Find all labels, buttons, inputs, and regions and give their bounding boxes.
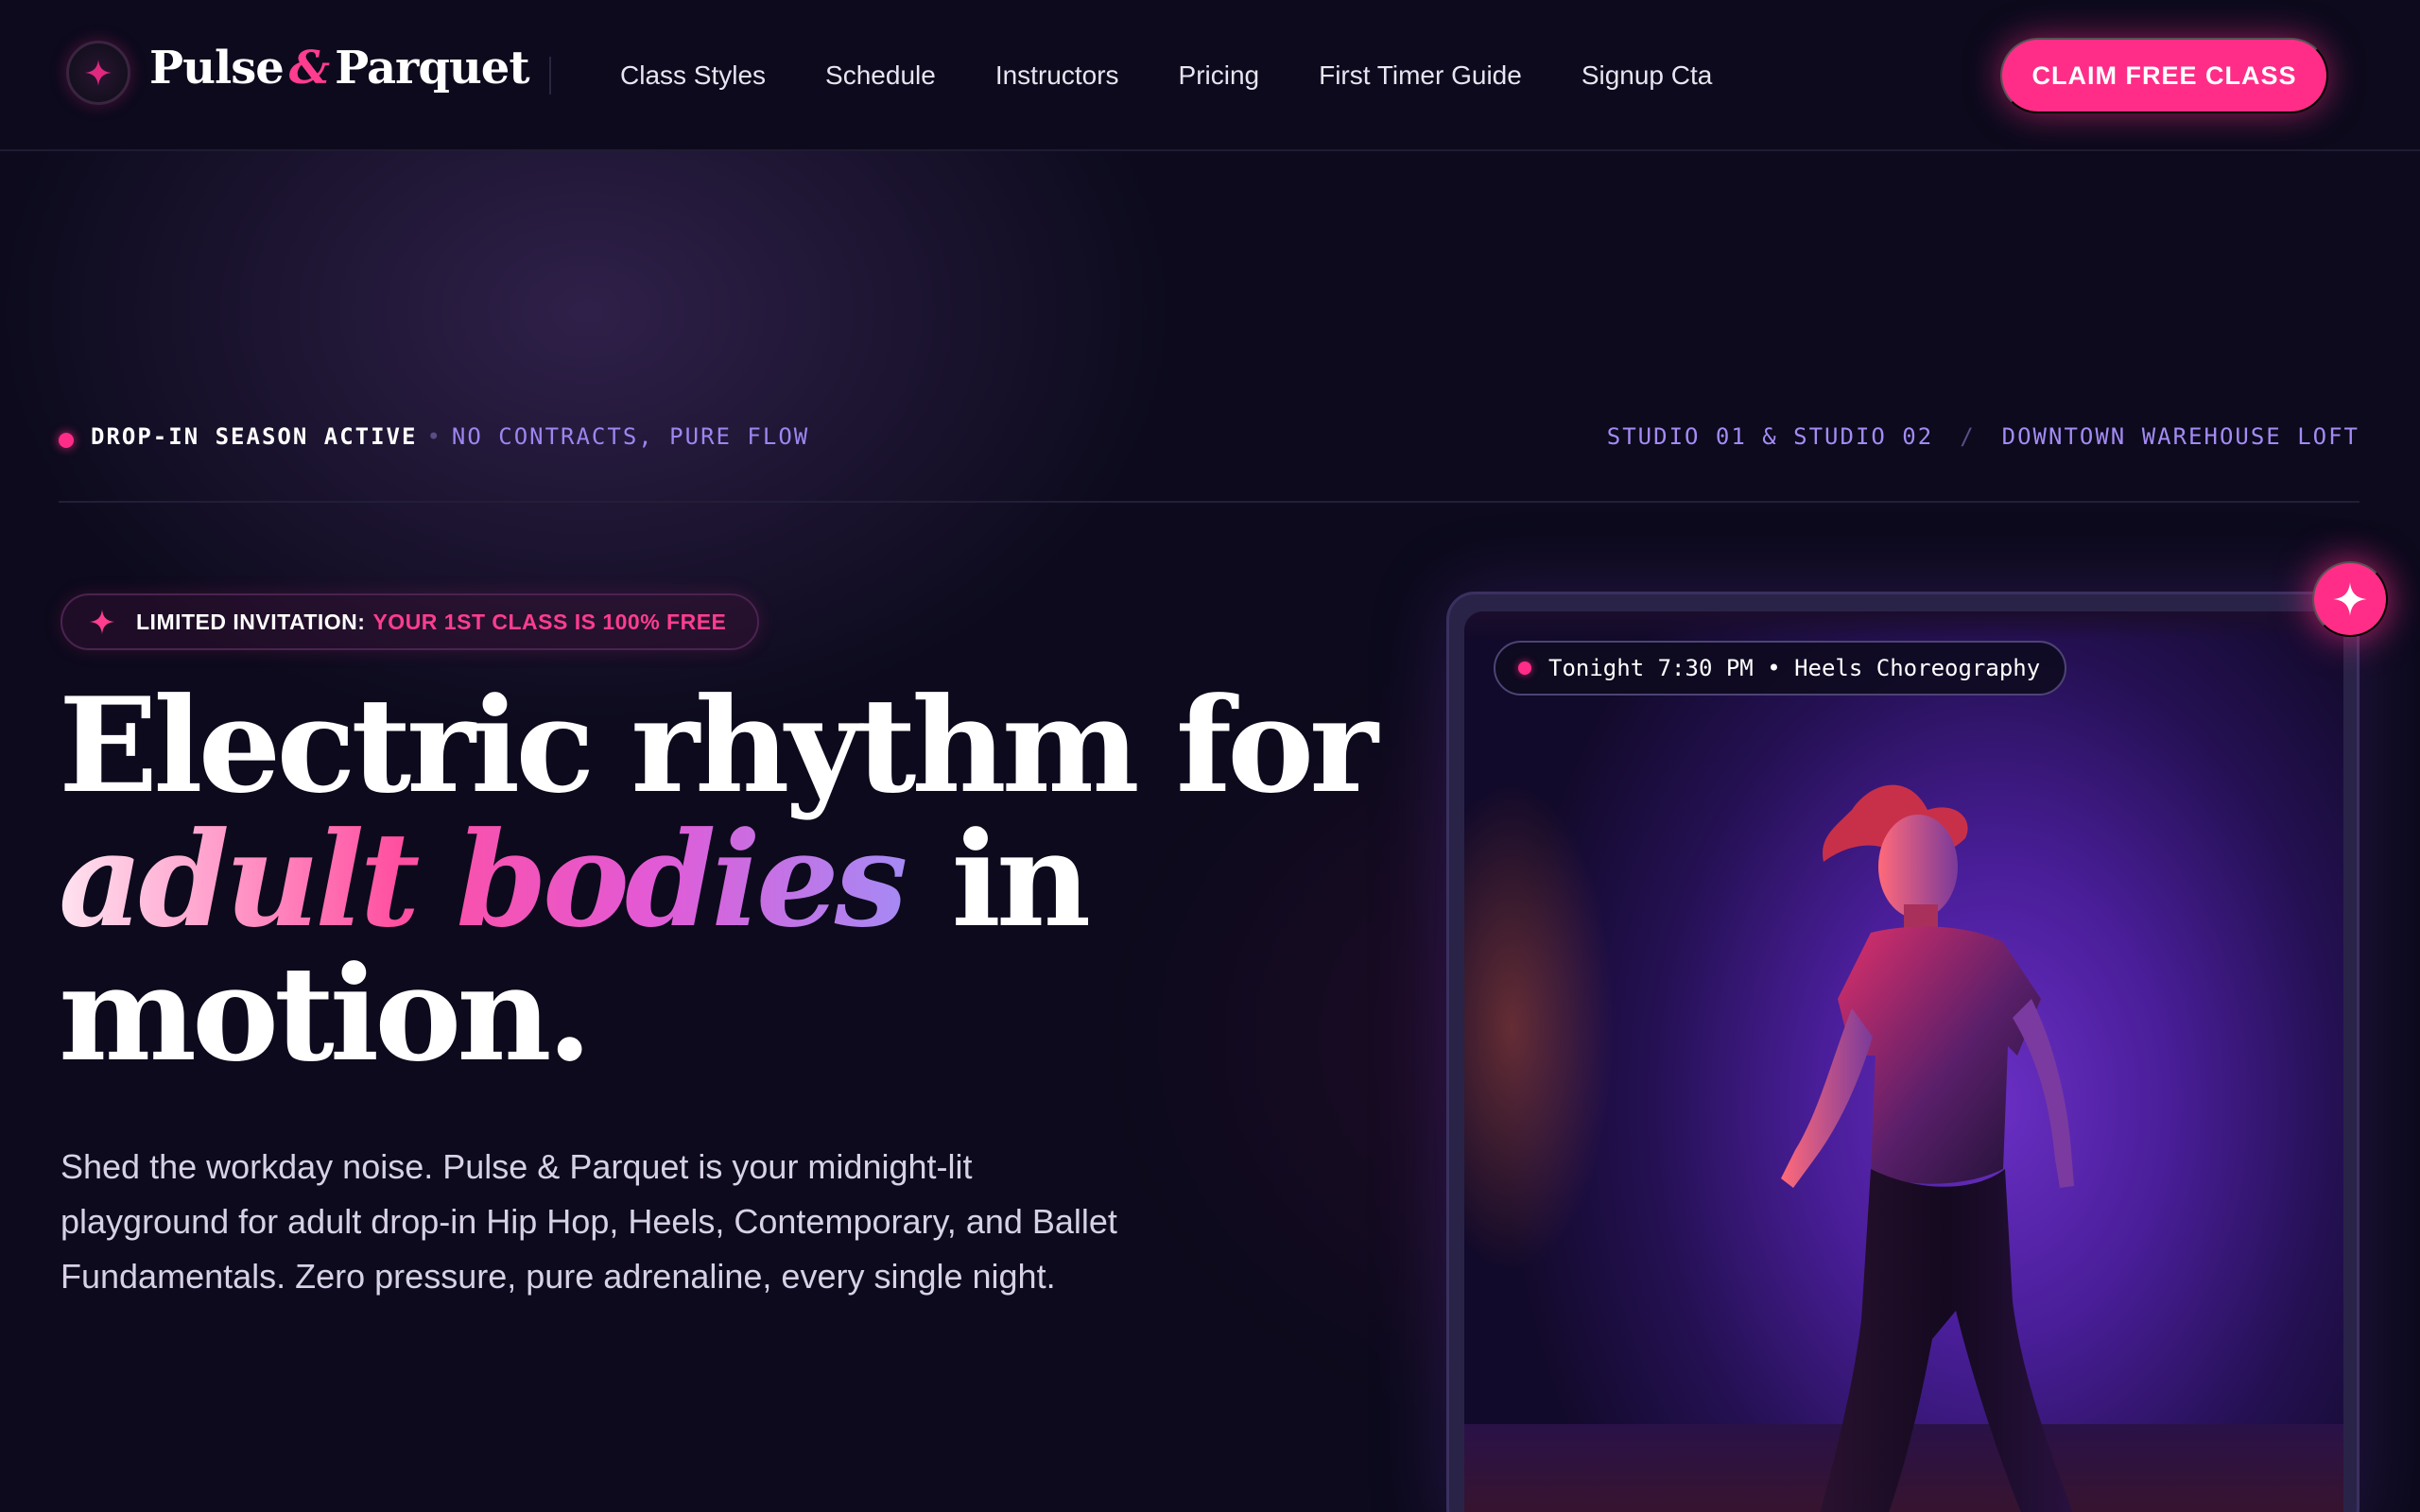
brand-ampersand: & (288, 42, 330, 94)
class-time-tag: Tonight 7:30 PM • Heels Choreography (1494, 641, 2067, 696)
badge-label: LIMITED INVITATION: (136, 609, 366, 634)
sparkle-icon (85, 60, 112, 86)
nav-link-first-timer-guide[interactable]: First Timer Guide (1319, 57, 1522, 94)
status-strip: DROP-IN SEASON ACTIVE • NO CONTRACTS, PURE… (59, 423, 2360, 455)
location-place: DOWNTOWN WAREHOUSE LOFT (2001, 423, 2360, 450)
studio-location: STUDIO 01 & STUDIO 02 / DOWNTOWN WAREHOUSE… (1607, 423, 2360, 450)
no-contracts-label: NO CONTRACTS, PURE FLOW (451, 423, 810, 450)
season-active-label: DROP-IN SEASON ACTIVE (91, 423, 418, 450)
nav-link-signup-cta[interactable]: Signup Cta (1582, 57, 1713, 94)
nav-link-class-styles[interactable]: Class Styles (620, 57, 766, 94)
nav-link-instructors[interactable]: Instructors (995, 57, 1119, 94)
sparkle-icon (89, 609, 115, 635)
headline-gradient-text: adult bodies (59, 802, 910, 956)
nav-divider (549, 57, 551, 94)
headline-line-2-rest: in (910, 802, 1091, 956)
live-status-dot (59, 433, 74, 448)
top-nav: Pulse & Parquet Class Styles Schedule Inst… (0, 0, 2420, 151)
brand-name-part2: Parquet (335, 42, 529, 94)
status-bullet: • (426, 423, 442, 450)
season-status: DROP-IN SEASON ACTIVE • NO CONTRACTS, PURE… (91, 423, 809, 450)
headline-line-1: Electric rhythm for (59, 668, 1378, 822)
section-divider (59, 501, 2360, 503)
hero-description: Shed the workday noise. Pulse & Parquet … (60, 1147, 1117, 1296)
headline-line-2: adult bodies in (59, 813, 1401, 947)
badge-highlight: YOUR 1ST CLASS IS 100% FREE (372, 609, 727, 634)
hero-headline: Electric rhythm for adult bodies in moti… (59, 679, 1401, 1081)
dancer-figure (1781, 784, 2074, 1512)
headline-line-3: motion. (59, 936, 593, 1091)
location-separator: / (1960, 423, 1976, 450)
photo-side-glow (1464, 782, 1616, 1273)
nav-links: Class Styles Schedule Instructors Pricin… (620, 57, 1772, 94)
sparkle-action-button[interactable] (2312, 561, 2388, 637)
sparkle-icon (2333, 582, 2367, 616)
brand-logo[interactable]: Pulse & Parquet (149, 42, 530, 94)
studio-names: STUDIO 01 & STUDIO 02 (1606, 423, 1934, 450)
logo-mark[interactable] (66, 41, 130, 105)
class-time-label: Tonight 7:30 PM • Heels Choreography (1548, 655, 2041, 681)
nav-link-schedule[interactable]: Schedule (825, 57, 936, 94)
hero-photo-card (1446, 592, 2360, 1512)
brand-name-part1: Pulse (149, 42, 285, 94)
tag-live-dot (1518, 662, 1531, 675)
nav-link-pricing[interactable]: Pricing (1179, 57, 1260, 94)
free-class-badge: LIMITED INVITATION: YOUR 1ST CLASS IS 10… (60, 593, 759, 650)
photo-top-shade (1464, 611, 2343, 640)
dancer-photo (1464, 611, 2343, 1512)
claim-free-class-button[interactable]: CLAIM FREE CLASS (2000, 38, 2328, 113)
